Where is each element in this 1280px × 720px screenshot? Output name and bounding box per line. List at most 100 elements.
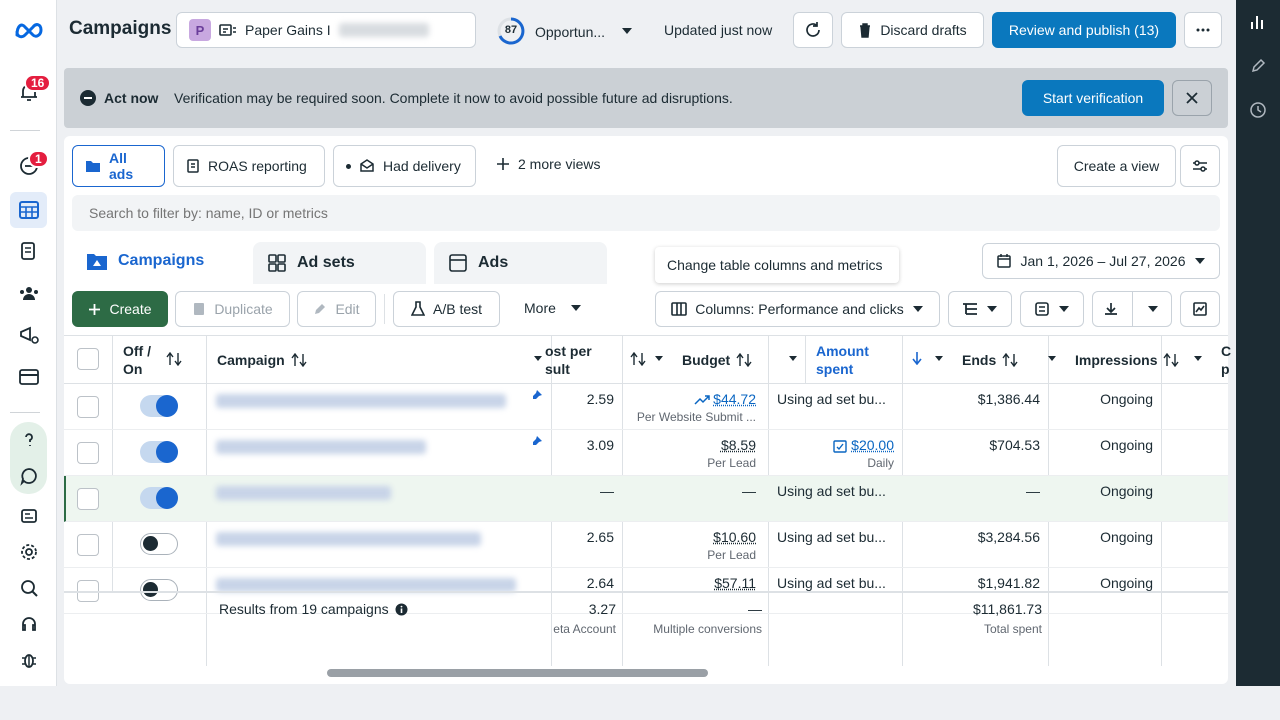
duplicate-button[interactable]: Duplicate (175, 291, 290, 327)
history-clock-icon[interactable] (1248, 100, 1268, 120)
results-summary-label: Results from 19 campaigns (219, 601, 389, 617)
bar-chart-icon[interactable] (1248, 12, 1268, 32)
ab-test-button[interactable]: A/B test (393, 291, 500, 327)
campaign-name-redacted[interactable] (216, 440, 426, 454)
opportunity-score-gauge[interactable]: 87 (496, 16, 526, 46)
column-header-budget[interactable]: Budget (682, 336, 752, 384)
pencil-icon[interactable] (1248, 56, 1268, 76)
view-had-delivery[interactable]: Had delivery (333, 145, 476, 187)
campaign-toggle[interactable] (140, 441, 178, 463)
column-header-ends[interactable]: Ends (962, 336, 1018, 384)
budget-cell[interactable]: $44.72 (640, 391, 756, 407)
column-header-impressions[interactable]: Impressions (1075, 336, 1180, 384)
column-header-amount-spent[interactable]: Amount spent (816, 336, 869, 384)
meta-logo-icon[interactable] (10, 12, 47, 48)
pin-icon[interactable] (531, 435, 543, 447)
help-question-icon[interactable] (10, 422, 47, 458)
settings-gear-icon[interactable] (10, 534, 47, 570)
account-selector[interactable]: P Paper Gains I (176, 12, 476, 48)
column-menu-caret-icon[interactable] (654, 355, 664, 363)
column-header-off-on[interactable]: Off / On (123, 336, 151, 384)
amount-spent-cell[interactable]: $20.00 (790, 437, 894, 453)
discard-drafts-button[interactable]: Discard drafts (841, 12, 984, 48)
opportunity-dropdown-icon[interactable] (621, 26, 633, 36)
info-icon[interactable] (395, 603, 408, 616)
row-checkbox[interactable] (77, 534, 99, 556)
documents-icon[interactable] (10, 233, 47, 269)
campaign-toggle[interactable] (140, 533, 178, 555)
search-input[interactable] (72, 195, 1220, 231)
horizontal-scrollbar-thumb[interactable] (327, 669, 708, 677)
start-verification-button[interactable]: Start verification (1022, 80, 1164, 116)
create-view-button[interactable]: Create a view (1057, 145, 1176, 187)
budget-cell[interactable]: $10.60 (640, 529, 756, 545)
support-headset-icon[interactable] (10, 606, 47, 642)
audiences-icon[interactable] (10, 275, 47, 311)
column-header-next-metric[interactable]: C p (1221, 336, 1231, 384)
campaign-toggle[interactable] (140, 579, 178, 601)
edit-button[interactable]: Edit (297, 291, 376, 327)
column-menu-caret-icon[interactable] (533, 355, 543, 363)
breakdown-button[interactable] (948, 291, 1012, 327)
chevron-down-icon[interactable] (1147, 304, 1159, 314)
cost-header-line2: sult (545, 361, 570, 377)
column-header-cost-per-result[interactable]: ost per sult (545, 336, 592, 384)
column-header-campaign[interactable]: Campaign (217, 336, 307, 384)
more-actions-button[interactable]: More (524, 300, 582, 316)
budget-cell[interactable]: $57.11 (640, 575, 756, 591)
reports-button[interactable] (1020, 291, 1084, 327)
row-checkbox[interactable] (77, 396, 99, 418)
campaign-name-redacted[interactable] (216, 578, 516, 592)
sort-descending-icon[interactable] (912, 351, 922, 365)
create-button[interactable]: Create (72, 291, 168, 327)
columns-icon (671, 302, 688, 316)
amount-spent-cell: Using ad set bu... (777, 575, 886, 591)
ad-preview-icon[interactable] (10, 498, 47, 534)
date-range-picker[interactable]: Jan 1, 2026 – Jul 27, 2026 (982, 243, 1220, 279)
budget-header-label: Budget (682, 352, 731, 368)
select-all-checkbox[interactable] (77, 348, 99, 370)
tab-ad-sets[interactable]: Ad sets (253, 242, 426, 284)
column-menu-caret-icon[interactable] (1193, 355, 1203, 363)
sort-icon (736, 353, 752, 367)
row-checkbox[interactable] (77, 442, 99, 464)
ads-page-icon (448, 253, 468, 273)
more-views-button[interactable]: 2 more views (496, 156, 600, 172)
export-button[interactable] (1092, 291, 1172, 327)
campaign-name-redacted[interactable] (216, 394, 506, 408)
search-icon[interactable] (10, 570, 47, 606)
budget-cell[interactable]: $8.59 (640, 437, 756, 453)
campaign-toggle[interactable] (140, 395, 178, 417)
campaign-settings-icon[interactable] (10, 317, 47, 353)
alerts-icon[interactable]: 1 (10, 148, 49, 184)
search-bar[interactable] (72, 195, 1220, 231)
refresh-button[interactable] (793, 12, 833, 48)
campaign-name-redacted[interactable] (216, 532, 481, 546)
chat-bubble-icon[interactable] (10, 458, 47, 494)
columns-selector[interactable]: Columns: Performance and clicks (655, 291, 940, 327)
tab-ads[interactable]: Ads (434, 242, 607, 284)
charts-button[interactable] (1180, 291, 1220, 327)
budget-cell[interactable]: — (640, 483, 756, 499)
row-checkbox[interactable] (77, 488, 99, 510)
pin-icon[interactable] (531, 389, 543, 401)
more-options-button[interactable] (1184, 12, 1222, 48)
column-menu-caret-icon[interactable] (934, 355, 944, 363)
column-menu-caret-icon[interactable] (1047, 355, 1057, 363)
campaign-toggle[interactable] (140, 487, 178, 509)
opportunity-label[interactable]: Opportun... (535, 24, 605, 40)
view-roas-reporting[interactable]: ROAS reporting (173, 145, 325, 187)
billing-card-icon[interactable] (10, 359, 47, 395)
review-and-publish-button[interactable]: Review and publish (13) (992, 12, 1176, 48)
tab-campaigns[interactable]: Campaigns (72, 238, 245, 284)
notifications-bell-icon[interactable]: 16 (10, 74, 52, 110)
column-menu-caret-icon[interactable] (788, 355, 798, 363)
sort-icon[interactable] (166, 352, 182, 366)
campaign-name-redacted[interactable] (216, 486, 391, 500)
sort-icon[interactable] (630, 352, 646, 366)
report-bug-icon[interactable] (10, 642, 47, 678)
view-all-ads[interactable]: All ads (72, 145, 165, 187)
view-settings-button[interactable] (1180, 145, 1220, 187)
close-banner-button[interactable] (1172, 80, 1212, 116)
ads-manager-table-icon[interactable] (10, 192, 47, 228)
